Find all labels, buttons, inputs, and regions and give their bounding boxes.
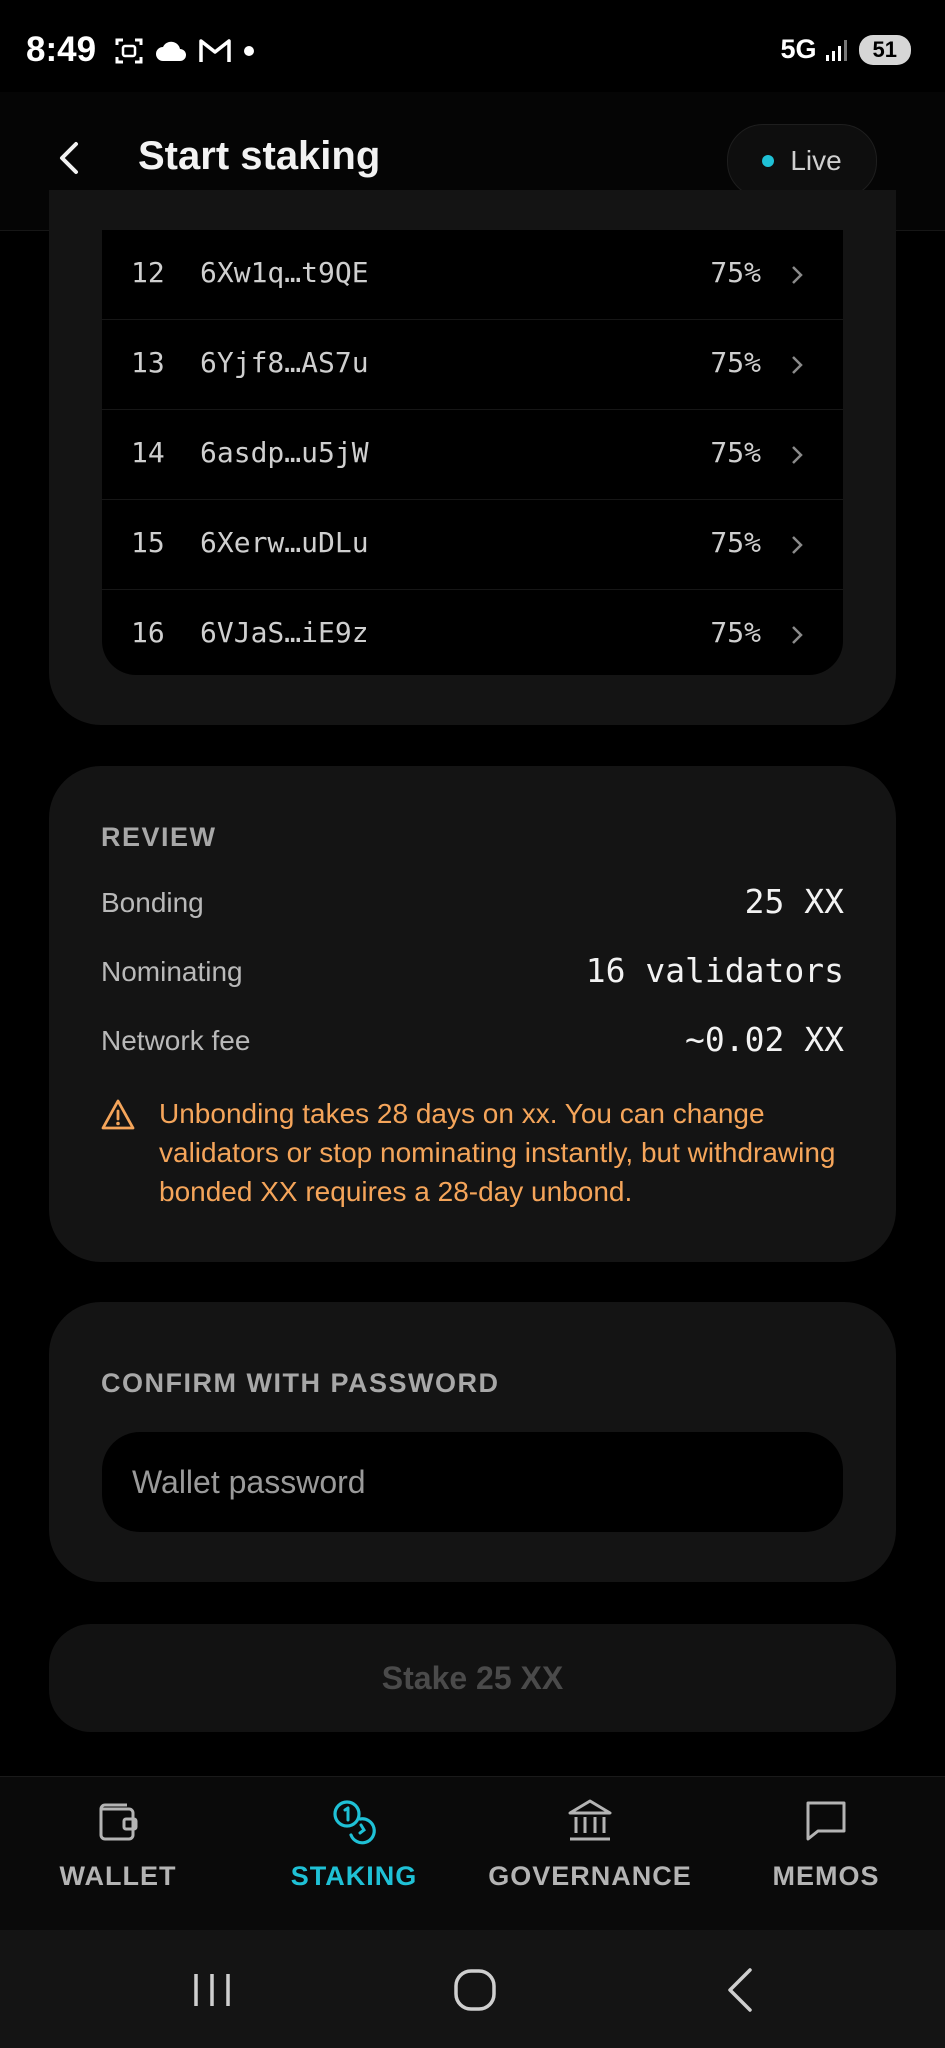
validator-index: 16 xyxy=(131,616,165,649)
recent-apps-button[interactable] xyxy=(182,1962,242,2018)
validator-address: 6asdp…u5jW xyxy=(200,436,369,469)
nav-label-governance: GOVERNANCE xyxy=(488,1861,692,1891)
validator-commission: 75% xyxy=(710,346,761,379)
chat-icon xyxy=(806,1801,846,1841)
validators-card: 12 6Xw1q…t9QE 75% 13 6Yjf8…AS7u 75% 14 6… xyxy=(49,190,896,725)
validator-index: 12 xyxy=(131,256,165,289)
validator-index: 14 xyxy=(131,436,165,469)
validator-address: 6Xw1q…t9QE xyxy=(200,256,369,289)
wallet-password-input[interactable] xyxy=(102,1432,843,1532)
password-heading: CONFIRM WITH PASSWORD xyxy=(101,1368,500,1398)
back-button[interactable] xyxy=(48,136,92,180)
live-status-badge: Live xyxy=(727,124,877,198)
nav-item-staking[interactable]: STAKING xyxy=(236,1795,472,1892)
screenshot-icon xyxy=(115,38,143,64)
validator-address: 6VJaS…iE9z xyxy=(200,616,369,649)
status-icons xyxy=(114,36,256,66)
status-bar: 8:49 5G 51 xyxy=(0,0,945,92)
nav-item-memos[interactable]: MEMOS xyxy=(708,1795,944,1892)
nav-label-wallet: WALLET xyxy=(59,1861,177,1891)
network-fee-label: Network fee xyxy=(101,1025,251,1056)
nav-item-governance[interactable]: GOVERNANCE xyxy=(472,1795,708,1892)
unbonding-warning: Unbonding takes 28 days on xx. You can c… xyxy=(101,1094,841,1211)
chevron-right-icon xyxy=(792,626,803,644)
live-dot-icon xyxy=(762,155,775,167)
warning-icon xyxy=(101,1099,135,1130)
chevron-right-icon xyxy=(792,446,803,464)
validator-commission: 75% xyxy=(710,256,761,289)
bottom-nav: WALLET STAKING GOVERNANCE MEMOS xyxy=(0,1776,945,1931)
wallet-icon xyxy=(99,1803,138,1841)
warning-text: Unbonding takes 28 days on xx. You can c… xyxy=(159,1098,836,1207)
nav-label-memos: MEMOS xyxy=(772,1861,880,1891)
validator-commission: 75% xyxy=(710,526,761,559)
gmail-icon xyxy=(199,39,231,62)
live-label: Live xyxy=(790,145,842,176)
network-type: 5G xyxy=(780,34,817,64)
validator-commission: 75% xyxy=(710,616,761,649)
system-navigation-bar xyxy=(0,1930,945,2048)
bank-icon xyxy=(568,1799,612,1841)
battery-indicator: 51 xyxy=(858,34,911,65)
system-back-button[interactable] xyxy=(712,1962,772,2018)
review-heading: REVIEW xyxy=(101,822,217,852)
home-button[interactable] xyxy=(445,1962,505,2018)
validator-address: 6Yjf8…AS7u xyxy=(200,346,369,379)
bonding-label: Bonding xyxy=(101,887,204,918)
bonding-value: 25 XX xyxy=(744,882,844,921)
nominating-label: Nominating xyxy=(101,956,243,987)
stake-button[interactable]: Stake 25 XX xyxy=(49,1624,896,1732)
chevron-right-icon xyxy=(792,536,803,554)
chevron-left-icon xyxy=(60,142,78,174)
network-fee-value: ~0.02 XX xyxy=(685,1020,844,1059)
chevron-right-icon xyxy=(792,356,803,374)
validator-row[interactable]: 15 6Xerw…uDLu 75% xyxy=(102,500,843,590)
status-time: 8:49 xyxy=(26,30,97,69)
review-card: REVIEW Bonding 25 XX Nominating 16 valid… xyxy=(49,766,896,1262)
validator-row[interactable]: 13 6Yjf8…AS7u 75% xyxy=(102,320,843,410)
validator-row[interactable]: 16 6VJaS…iE9z 75% xyxy=(102,590,843,675)
cloud-icon xyxy=(156,41,186,61)
validator-index: 15 xyxy=(131,526,165,559)
staking-coins-icon xyxy=(333,1800,376,1845)
validator-row[interactable]: 14 6asdp…u5jW 75% xyxy=(102,410,843,500)
validator-address: 6Xerw…uDLu xyxy=(200,526,369,559)
signal-icon xyxy=(825,39,847,61)
page-title: Start staking xyxy=(138,134,381,178)
validator-list: 12 6Xw1q…t9QE 75% 13 6Yjf8…AS7u 75% 14 6… xyxy=(102,230,843,675)
chevron-right-icon xyxy=(792,266,803,284)
nav-label-staking: STAKING xyxy=(290,1861,418,1891)
validator-index: 13 xyxy=(131,346,165,379)
password-card: CONFIRM WITH PASSWORD xyxy=(49,1302,896,1582)
validator-row[interactable]: 12 6Xw1q…t9QE 75% xyxy=(102,230,843,320)
notification-dot-icon xyxy=(244,46,254,56)
validator-commission: 75% xyxy=(710,436,761,469)
nominating-value: 16 validators xyxy=(585,951,844,990)
nav-item-wallet[interactable]: WALLET xyxy=(0,1795,236,1892)
